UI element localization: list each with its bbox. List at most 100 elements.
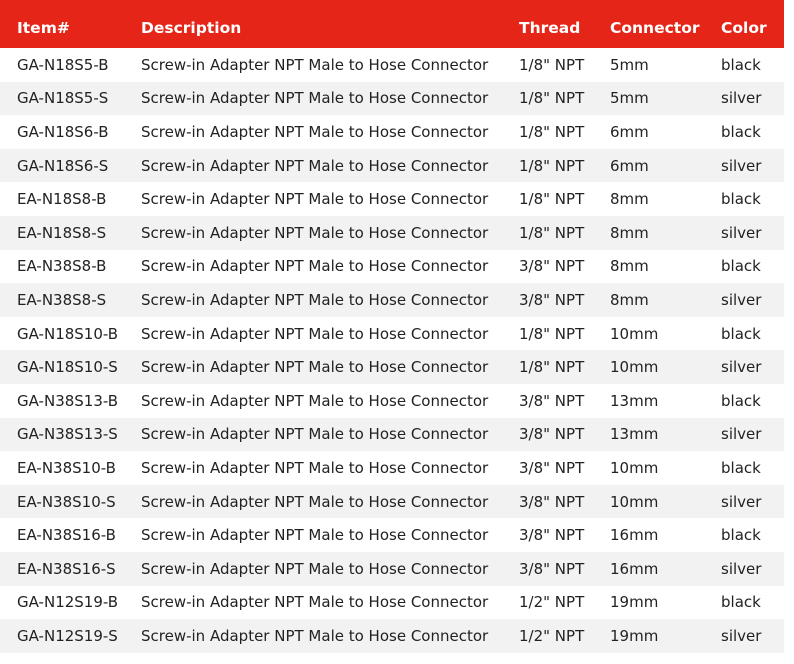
cell-thread: 3/8" NPT xyxy=(519,425,585,444)
cell-connector: 6mm xyxy=(610,156,649,175)
cell-color: black xyxy=(721,458,761,477)
cell-connector: 10mm xyxy=(610,358,659,377)
cell-thread: 1/8" NPT xyxy=(519,190,585,209)
table-row: EA-N38S10-B Screw-in Adapter NPT Male to … xyxy=(0,451,784,485)
header-item: Item# xyxy=(17,19,70,37)
cell-description: Screw-in Adapter NPT Male to Hose Connec… xyxy=(141,223,489,242)
cell-color: silver xyxy=(721,626,762,645)
cell-thread: 1/8" NPT xyxy=(519,89,585,108)
table-row: GA-N18S5-B Screw-in Adapter NPT Male to H… xyxy=(0,48,784,82)
cell-connector: 5mm xyxy=(610,55,649,74)
cell-thread: 3/8" NPT xyxy=(519,526,585,545)
cell-description: Screw-in Adapter NPT Male to Hose Connec… xyxy=(141,257,489,276)
table-row: GA-N12S19-B Screw-in Adapter NPT Male to … xyxy=(0,585,784,620)
cell-connector: 10mm xyxy=(610,458,659,477)
cell-color: silver xyxy=(721,492,762,511)
table-row: EA-N38S16-S Screw-in Adapter NPT Male to … xyxy=(0,551,784,586)
table-row: GA-N18S5-S Screw-in Adapter NPT Male to H… xyxy=(0,81,784,116)
cell-item: GA-N38S13-B xyxy=(17,391,119,410)
cell-thread: 1/8" NPT xyxy=(519,223,585,242)
header-row: Item# Description Thread Connector Color xyxy=(0,0,784,48)
cell-thread: 1/2" NPT xyxy=(519,593,585,612)
table-row: GA-N18S6-B Screw-in Adapter NPT Male to H… xyxy=(0,115,784,149)
cell-thread: 3/8" NPT xyxy=(519,559,585,578)
cell-color: silver xyxy=(721,156,762,175)
cell-description: Screw-in Adapter NPT Male to Hose Connec… xyxy=(141,324,489,343)
table-row: GA-N38S13-B Screw-in Adapter NPT Male to … xyxy=(0,383,784,418)
cell-item: GA-N12S19-B xyxy=(17,593,119,612)
table-body: GA-N18S5-B Screw-in Adapter NPT Male to H… xyxy=(0,48,784,653)
cell-item: GA-N18S6-S xyxy=(17,156,109,175)
cell-connector: 10mm xyxy=(610,324,659,343)
table-row: EA-N18S8-B Screw-in Adapter NPT Male to H… xyxy=(0,182,784,216)
cell-connector: 19mm xyxy=(610,626,659,645)
cell-color: black xyxy=(721,324,761,343)
cell-color: black xyxy=(721,122,761,141)
cell-item: EA-N38S16-S xyxy=(17,559,116,578)
cell-color: silver xyxy=(721,358,762,377)
cell-item: EA-N38S8-B xyxy=(17,257,107,276)
cell-color: silver xyxy=(721,223,762,242)
cell-connector: 5mm xyxy=(610,89,649,108)
cell-item: GA-N38S13-S xyxy=(17,425,118,444)
cell-connector: 13mm xyxy=(610,425,659,444)
cell-color: black xyxy=(721,526,761,545)
cell-item: EA-N18S8-S xyxy=(17,223,107,242)
cell-thread: 1/8" NPT xyxy=(519,122,585,141)
cell-description: Screw-in Adapter NPT Male to Hose Connec… xyxy=(141,526,489,545)
cell-item: EA-N38S10-B xyxy=(17,458,116,477)
cell-thread: 3/8" NPT xyxy=(519,391,585,410)
cell-item: EA-N38S8-S xyxy=(17,290,107,309)
cell-item: GA-N18S10-S xyxy=(17,358,118,377)
cell-color: black xyxy=(721,257,761,276)
product-table: Item# Description Thread Connector Color… xyxy=(0,0,784,653)
cell-color: black xyxy=(721,55,761,74)
cell-color: silver xyxy=(721,89,762,108)
table-row: EA-N38S8-B Screw-in Adapter NPT Male to H… xyxy=(0,249,784,284)
cell-item: GA-N18S5-B xyxy=(17,55,109,74)
cell-thread: 1/8" NPT xyxy=(519,358,585,377)
cell-thread: 1/8" NPT xyxy=(519,324,585,343)
cell-color: silver xyxy=(721,425,762,444)
cell-description: Screw-in Adapter NPT Male to Hose Connec… xyxy=(141,458,489,477)
cell-description: Screw-in Adapter NPT Male to Hose Connec… xyxy=(141,425,489,444)
table-row: GA-N18S10-B Screw-in Adapter NPT Male to … xyxy=(0,316,784,351)
table-row: GA-N12S19-S Screw-in Adapter NPT Male to … xyxy=(0,619,784,653)
table-row: GA-N18S10-S Screw-in Adapter NPT Male to … xyxy=(0,350,784,384)
header-description: Description xyxy=(141,19,242,37)
cell-connector: 19mm xyxy=(610,593,659,612)
cell-item: GA-N18S5-S xyxy=(17,89,109,108)
cell-thread: 1/2" NPT xyxy=(519,626,585,645)
cell-thread: 3/8" NPT xyxy=(519,458,585,477)
cell-thread: 3/8" NPT xyxy=(519,290,585,309)
table-row: EA-N38S8-S Screw-in Adapter NPT Male to H… xyxy=(0,283,784,317)
cell-description: Screw-in Adapter NPT Male to Hose Connec… xyxy=(141,122,489,141)
cell-item: EA-N18S8-B xyxy=(17,190,107,209)
cell-description: Screw-in Adapter NPT Male to Hose Connec… xyxy=(141,156,489,175)
cell-connector: 16mm xyxy=(610,526,659,545)
cell-description: Screw-in Adapter NPT Male to Hose Connec… xyxy=(141,290,489,309)
cell-description: Screw-in Adapter NPT Male to Hose Connec… xyxy=(141,626,489,645)
cell-connector: 8mm xyxy=(610,257,649,276)
cell-color: silver xyxy=(721,559,762,578)
table-row: EA-N18S8-S Screw-in Adapter NPT Male to H… xyxy=(0,215,784,250)
cell-item: EA-N38S16-B xyxy=(17,526,116,545)
table-header: Item# Description Thread Connector Color xyxy=(0,0,784,48)
cell-description: Screw-in Adapter NPT Male to Hose Connec… xyxy=(141,190,489,209)
table-row: EA-N38S16-B Screw-in Adapter NPT Male to … xyxy=(0,518,784,552)
cell-color: black xyxy=(721,593,761,612)
cell-description: Screw-in Adapter NPT Male to Hose Connec… xyxy=(141,492,489,511)
cell-thread: 3/8" NPT xyxy=(519,257,585,276)
cell-item: GA-N18S10-B xyxy=(17,324,119,343)
cell-connector: 6mm xyxy=(610,122,649,141)
cell-description: Screw-in Adapter NPT Male to Hose Connec… xyxy=(141,559,489,578)
cell-color: black xyxy=(721,391,761,410)
cell-connector: 16mm xyxy=(610,559,659,578)
cell-item: EA-N38S10-S xyxy=(17,492,116,511)
cell-color: black xyxy=(721,190,761,209)
header-connector: Connector xyxy=(610,19,700,37)
cell-thread: 1/8" NPT xyxy=(519,156,585,175)
cell-item: GA-N18S6-B xyxy=(17,122,109,141)
cell-description: Screw-in Adapter NPT Male to Hose Connec… xyxy=(141,55,489,74)
cell-connector: 8mm xyxy=(610,290,649,309)
